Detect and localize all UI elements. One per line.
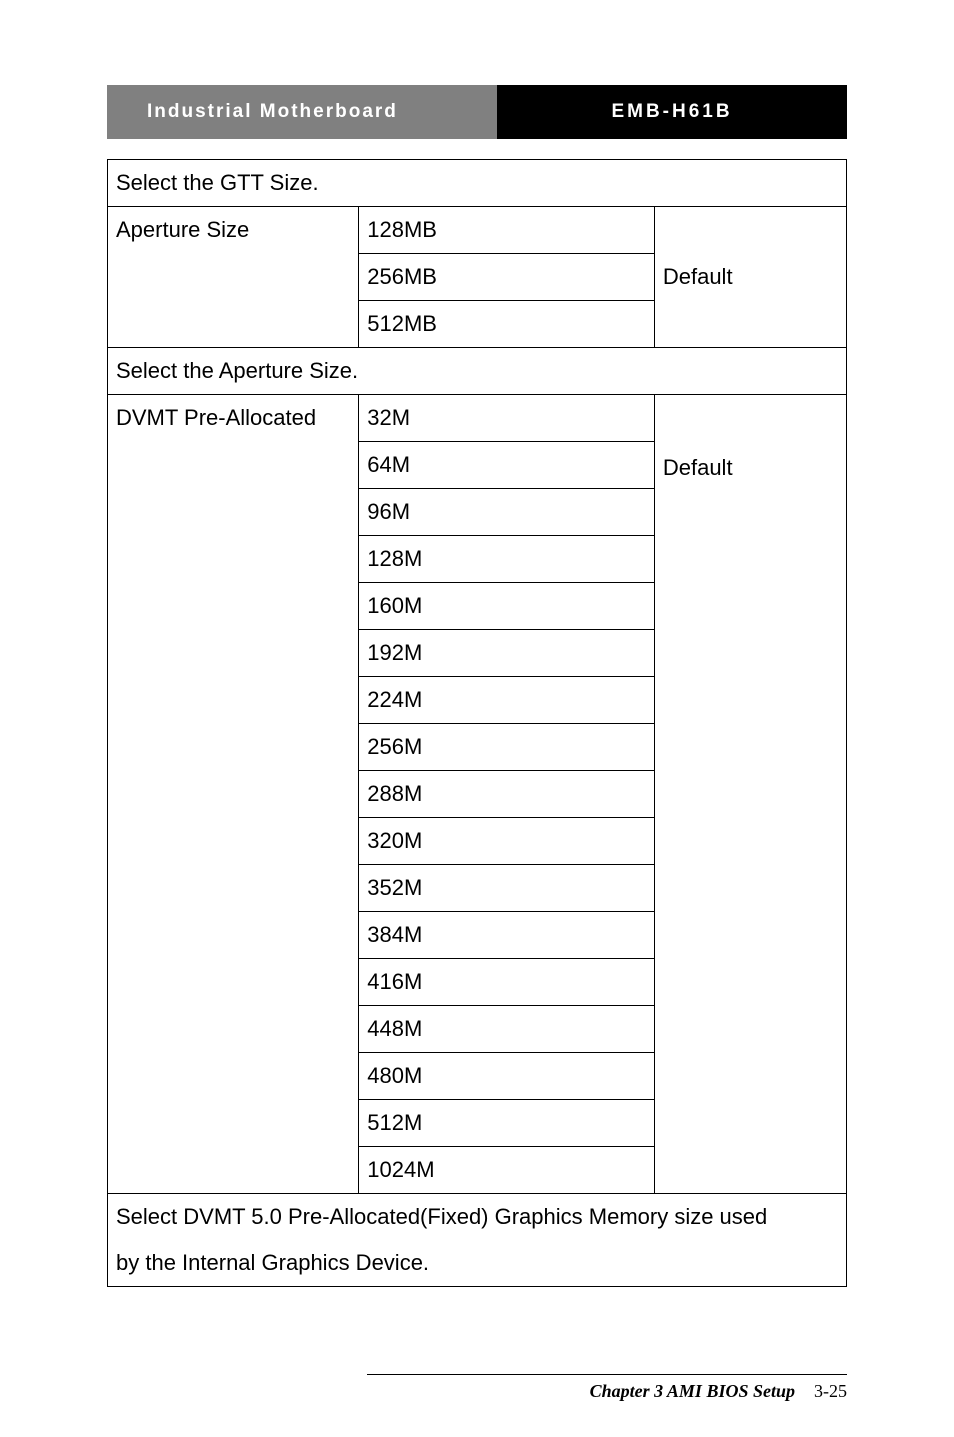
dvmt-option: 192M — [359, 630, 655, 677]
dvmt-description-line2: by the Internal Graphics Device. — [108, 1240, 847, 1287]
aperture-default: Default — [654, 207, 846, 348]
aperture-option: 256MB — [359, 254, 655, 301]
header-bar: Industrial Motherboard EMB-H61B — [107, 85, 847, 139]
dvmt-option: 96M — [359, 489, 655, 536]
header-right: EMB-H61B — [497, 85, 847, 139]
dvmt-option: 384M — [359, 912, 655, 959]
aperture-size-label: Aperture Size — [108, 207, 359, 348]
aperture-description: Select the Aperture Size. — [108, 348, 847, 395]
dvmt-option: 32M — [359, 395, 655, 442]
dvmt-option: 288M — [359, 771, 655, 818]
gtt-description: Select the GTT Size. — [108, 160, 847, 207]
dvmt-option: 416M — [359, 959, 655, 1006]
dvmt-option: 512M — [359, 1100, 655, 1147]
header-left: Industrial Motherboard — [107, 85, 497, 139]
dvmt-option: 160M — [359, 583, 655, 630]
dvmt-option: 128M — [359, 536, 655, 583]
dvmt-description-line1: Select DVMT 5.0 Pre-Allocated(Fixed) Gra… — [108, 1194, 847, 1241]
footer-page-number: 3-25 — [814, 1381, 847, 1401]
dvmt-option: 480M — [359, 1053, 655, 1100]
dvmt-option: 352M — [359, 865, 655, 912]
dvmt-option: 320M — [359, 818, 655, 865]
dvmt-option: 1024M — [359, 1147, 655, 1194]
aperture-option: 512MB — [359, 301, 655, 348]
footer-divider — [367, 1374, 847, 1375]
dvmt-option: 256M — [359, 724, 655, 771]
dvmt-option: 448M — [359, 1006, 655, 1053]
dvmt-label: DVMT Pre-Allocated — [108, 395, 359, 1194]
footer-chapter: Chapter 3 AMI BIOS Setup — [590, 1381, 795, 1401]
aperture-option: 128MB — [359, 207, 655, 254]
footer-text: Chapter 3 AMI BIOS Setup 3-25 — [590, 1381, 847, 1402]
dvmt-option: 64M — [359, 442, 655, 489]
dvmt-option: 224M — [359, 677, 655, 724]
bios-settings-table: Select the GTT Size. Aperture Size 128MB… — [107, 159, 847, 1287]
dvmt-default: Default — [654, 395, 846, 1194]
